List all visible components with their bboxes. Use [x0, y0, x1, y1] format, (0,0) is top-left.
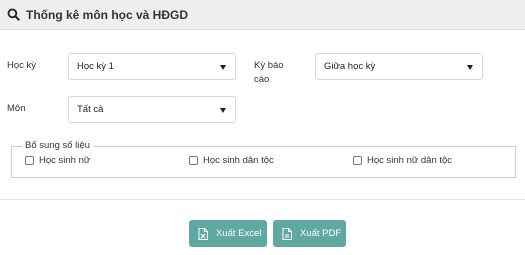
- chevron-down-icon: [220, 108, 226, 113]
- page-header: Thống kê môn học và HĐGD: [0, 0, 525, 30]
- checkbox-female-students[interactable]: Học sinh nữ: [25, 155, 90, 166]
- report-period-value: Giữa học kỳ: [324, 61, 376, 72]
- export-pdf-label: Xuất PDF: [300, 228, 342, 239]
- report-period-label-line2: cáo: [254, 74, 270, 85]
- semester-value: Học kỳ 1: [77, 61, 114, 72]
- chevron-down-icon: [220, 65, 226, 70]
- subject-label: Môn: [7, 103, 26, 114]
- semester-label: Học kỳ: [7, 60, 37, 71]
- checkbox-label: Học sinh dân tộc: [203, 155, 274, 166]
- report-period-label-line1: Kỳ báo: [254, 60, 284, 71]
- export-pdf-button[interactable]: Xuất PDF: [273, 220, 346, 247]
- report-period-select[interactable]: Giữa học kỳ: [315, 53, 483, 80]
- search-icon: [7, 8, 20, 21]
- export-excel-label: Xuất Excel: [216, 228, 262, 239]
- semester-select[interactable]: Học kỳ 1: [68, 53, 236, 80]
- subject-select[interactable]: Tất cả: [68, 96, 236, 123]
- checkbox-box[interactable]: [189, 156, 198, 165]
- checkbox-label: Học sinh nữ dân tộc: [367, 155, 453, 166]
- checkbox-box[interactable]: [25, 156, 34, 165]
- export-excel-button[interactable]: Xuất Excel: [189, 220, 267, 247]
- supplement-legend: Bổ sung số liệu: [22, 140, 93, 151]
- checkbox-box[interactable]: [353, 156, 362, 165]
- page-title: Thống kê môn học và HĐGD: [26, 7, 189, 22]
- divider: [0, 199, 525, 200]
- file-icon: [198, 227, 208, 240]
- checkbox-ethnic-female-students[interactable]: Học sinh nữ dân tộc: [353, 155, 452, 166]
- subject-value: Tất cả: [77, 104, 104, 115]
- checkbox-label: Học sinh nữ: [39, 155, 91, 166]
- checkbox-ethnic-students[interactable]: Học sinh dân tộc: [189, 155, 274, 166]
- chevron-down-icon: [467, 65, 473, 70]
- file-icon: [282, 227, 292, 240]
